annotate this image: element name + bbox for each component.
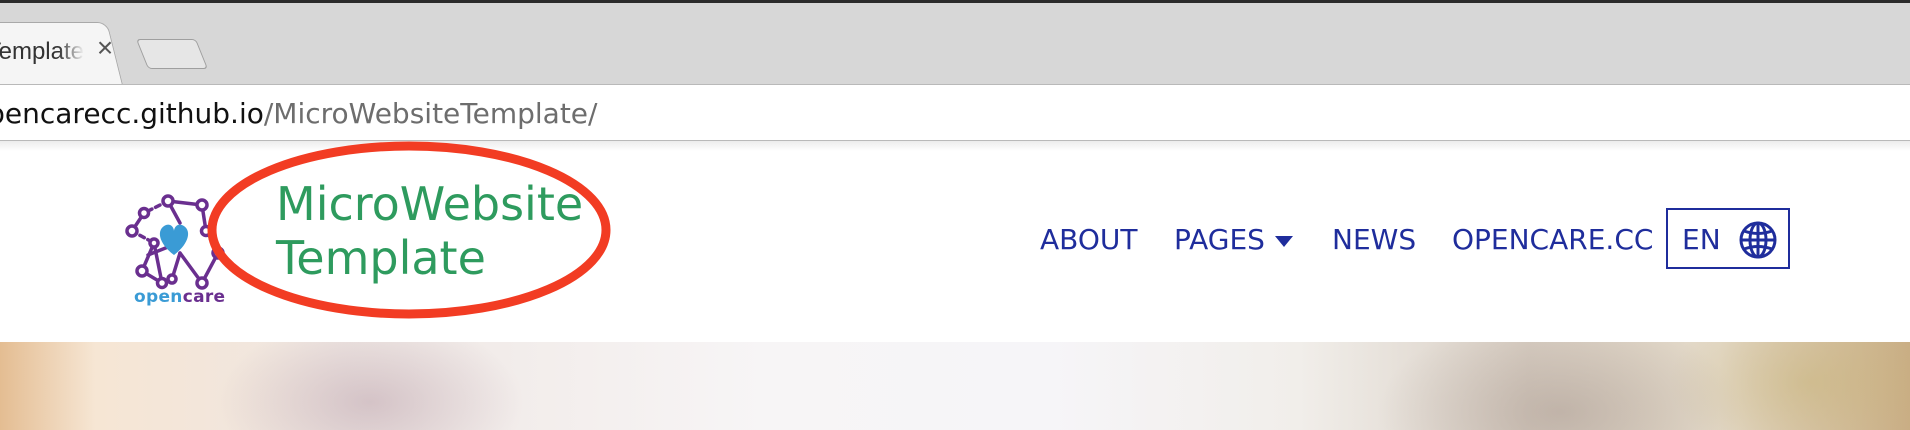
hero-banner-image [0,342,1910,430]
url-text[interactable]: opencarecc.github.io/MicroWebsiteTemplat… [0,97,597,130]
nav-pages-dropdown[interactable]: PAGES [1174,223,1293,256]
logo-text-open: open [134,287,183,307]
url-path: /MicroWebsiteTemplate/ [263,97,598,130]
address-bar[interactable]: opencarecc.github.io/MicroWebsiteTemplat… [0,84,1910,141]
heart-icon [159,224,189,255]
new-tab-button[interactable] [135,39,209,69]
site-title[interactable]: MicroWebsite Template [276,177,583,285]
nav-news-link[interactable]: NEWS [1332,223,1416,256]
logo-text-care: care [182,287,226,307]
logo-text[interactable]: opencare [134,287,225,307]
globe-icon [1739,221,1777,259]
url-host: opencarecc.github.io [0,97,264,130]
site-header: opencare MicroWebsite Template ABOUT PAG… [0,151,1910,342]
close-icon[interactable]: × [92,33,118,63]
nav-about-link[interactable]: ABOUT [1040,223,1138,256]
nav-pages-label: PAGES [1174,223,1265,256]
language-label: EN [1682,223,1721,256]
site-title-line2: Template [276,231,486,285]
nav-opencare-link[interactable]: OPENCARE.CC [1452,223,1653,256]
tab-title[interactable]: MicroWebsite Template [0,38,84,66]
chrome-divider [0,141,1910,151]
caret-down-icon [1274,235,1293,247]
browser-tab-strip: MicroWebsite Template × [0,0,1910,89]
language-selector-button[interactable]: EN [1666,208,1790,269]
site-title-line1: MicroWebsite [276,177,584,231]
